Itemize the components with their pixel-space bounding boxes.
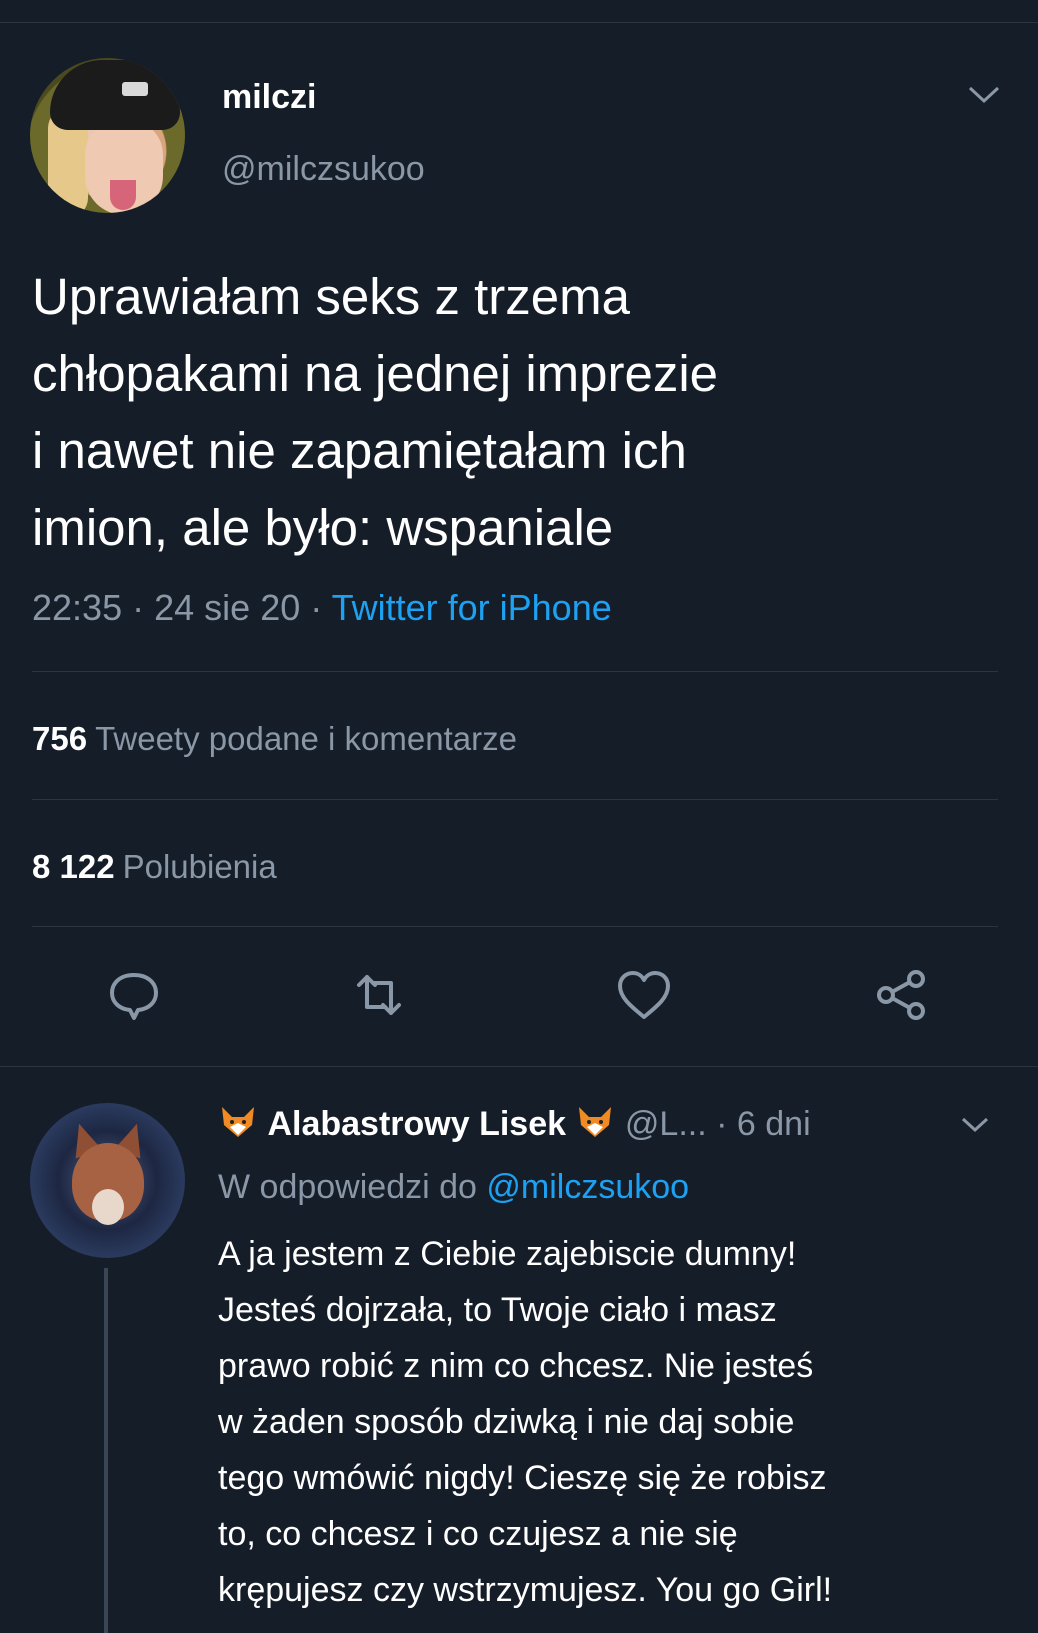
author-avatar[interactable] (30, 58, 185, 213)
replying-to: W odpowiedzi do @milczsukoo (218, 1168, 689, 1207)
meta-separator: · (716, 1105, 728, 1143)
likes-label: Polubienia (122, 848, 277, 885)
tweet-meta: 22:35 · 24 sie 20 · Twitter for iPhone (32, 587, 612, 629)
fox-emoji-icon (579, 1107, 612, 1137)
reply-header: Alabastrowy Lisek @L... · 6 dni (218, 1105, 811, 1144)
section-divider (0, 1066, 1038, 1067)
likes-count: 8 122 (32, 848, 115, 885)
reply-author-name[interactable]: Alabastrowy Lisek (267, 1105, 566, 1143)
tweet-source-link[interactable]: Twitter for iPhone (332, 587, 612, 628)
reply-author-handle[interactable]: @L... (625, 1105, 707, 1143)
divider (32, 926, 998, 927)
tweet-text: Uprawiałam seks z trzema chłopakami na j… (32, 268, 719, 556)
tweet-detail-page: milczi @milczsukoo Uprawiałam seks z trz… (0, 0, 1038, 1633)
reply-to-mention[interactable]: @milczsukoo (486, 1168, 689, 1206)
divider (32, 671, 998, 672)
tweet-date: 24 sie 20 (154, 587, 301, 628)
action-bar (0, 965, 1038, 1035)
retweets-stat[interactable]: 756 Tweety podane i komentarze (32, 720, 517, 758)
retweet-icon[interactable] (349, 965, 409, 1025)
retweets-label: Tweety podane i komentarze (95, 720, 517, 757)
divider (32, 799, 998, 800)
reply-to-prefix: W odpowiedzi do (218, 1168, 477, 1206)
like-icon[interactable] (614, 965, 674, 1025)
chevron-down-icon[interactable] (960, 1115, 990, 1135)
retweets-count: 756 (32, 720, 88, 757)
fox-emoji-icon (222, 1107, 254, 1137)
top-divider (0, 22, 1038, 23)
tweet-time: 22:35 (32, 587, 123, 628)
reply-icon[interactable] (104, 965, 164, 1025)
reply-age: 6 dni (736, 1105, 811, 1143)
reply-text: A ja jestem z Ciebie zajebiscie dumny! J… (218, 1235, 833, 1609)
thread-line (104, 1268, 108, 1633)
likes-stat[interactable]: 8 122 Polubienia (32, 848, 277, 886)
share-icon[interactable] (872, 965, 932, 1025)
author-display-name[interactable]: milczi (222, 78, 316, 117)
meta-separator: · (132, 587, 145, 628)
meta-separator: · (310, 587, 323, 628)
author-handle[interactable]: @milczsukoo (222, 150, 425, 189)
chevron-down-icon[interactable] (966, 82, 1002, 106)
reply-author-avatar[interactable] (30, 1103, 185, 1258)
